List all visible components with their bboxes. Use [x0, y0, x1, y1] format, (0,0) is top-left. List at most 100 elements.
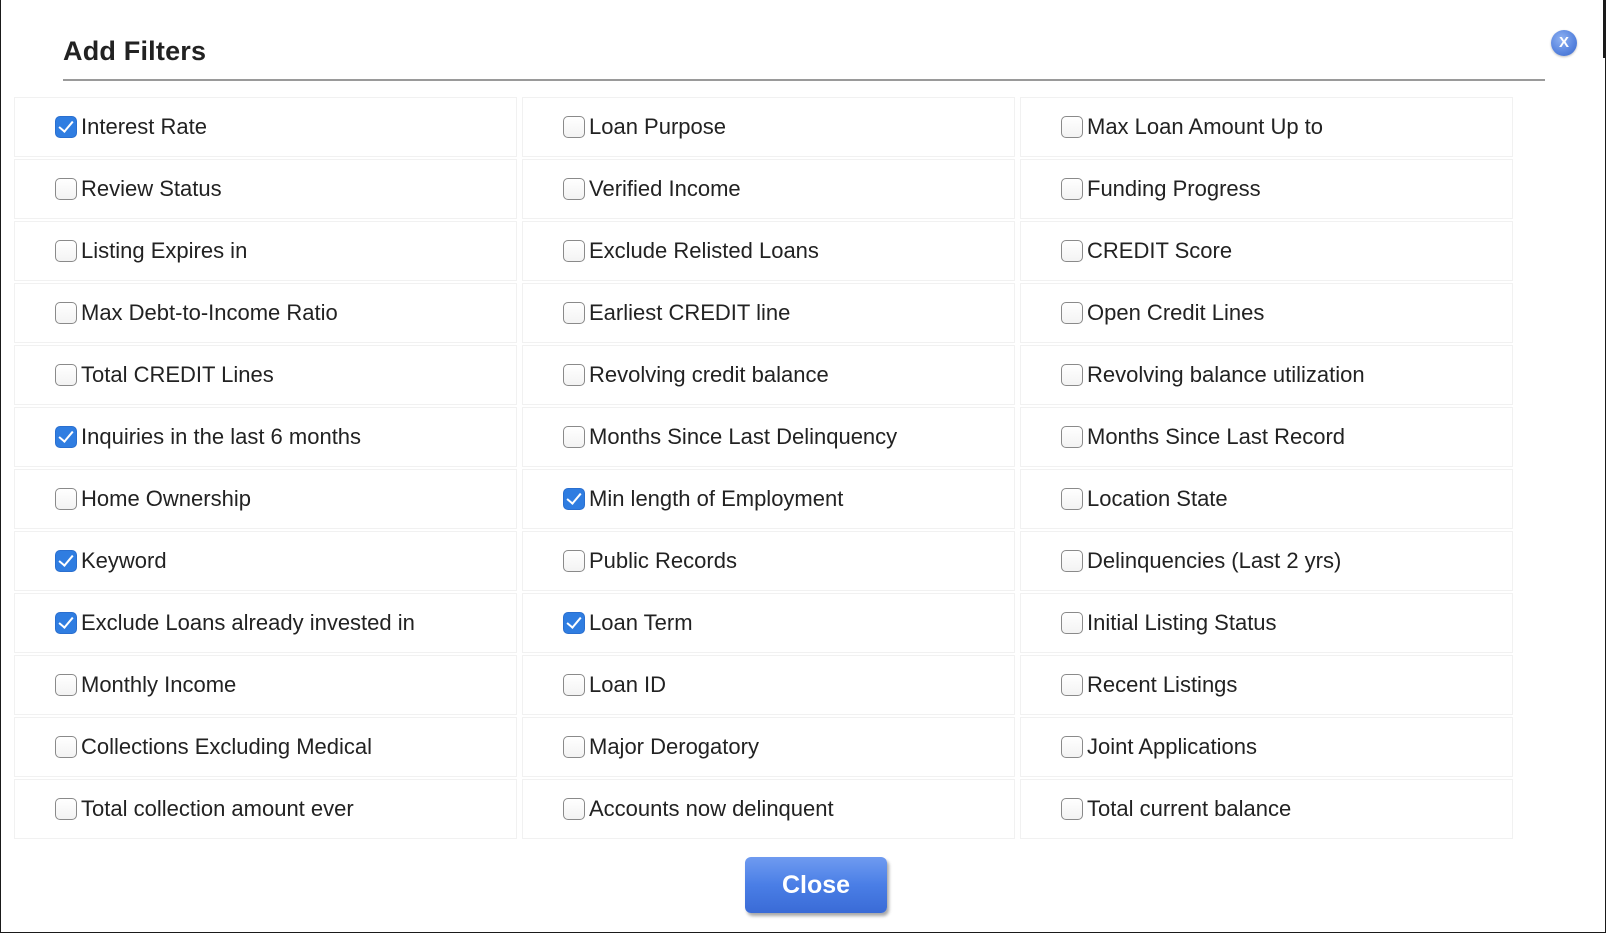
- filter-label: CREDIT Score: [1087, 238, 1233, 263]
- filter-checkbox[interactable]: [55, 302, 77, 324]
- filter-option[interactable]: Public Records: [523, 532, 1014, 590]
- filter-option[interactable]: Home Ownership: [15, 470, 516, 528]
- filter-grid: Interest Rate Loan Purpose Max Loan Amount…: [15, 98, 1512, 842]
- filter-option[interactable]: Interest Rate: [15, 98, 516, 156]
- filter-label: Review Status: [81, 176, 222, 201]
- filter-option[interactable]: Revolving credit balance: [523, 346, 1014, 404]
- add-filters-dialog: Add Filters X Interest Rate Loan Purpose M…: [0, 0, 1606, 933]
- dialog-header: Add Filters: [63, 36, 1545, 81]
- filter-checkbox[interactable]: [55, 488, 77, 510]
- filter-option[interactable]: Verified Income: [523, 160, 1014, 218]
- filter-option[interactable]: Max Debt-to-Income Ratio: [15, 284, 516, 342]
- filter-option[interactable]: Monthly Income: [15, 656, 516, 714]
- filter-label: Earliest CREDIT line: [589, 300, 791, 325]
- filter-option[interactable]: Max Loan Amount Up to: [1021, 98, 1512, 156]
- filter-checkbox[interactable]: [1061, 488, 1083, 510]
- window-edge: [1603, 0, 1605, 58]
- filter-option[interactable]: Min length of Employment: [523, 470, 1014, 528]
- filter-option[interactable]: Funding Progress: [1021, 160, 1512, 218]
- filter-option[interactable]: Recent Listings: [1021, 656, 1512, 714]
- filter-checkbox[interactable]: [563, 798, 585, 820]
- filter-option[interactable]: Delinquencies (Last 2 yrs): [1021, 532, 1512, 590]
- filter-label: Loan Purpose: [589, 114, 726, 139]
- filter-label: Total CREDIT Lines: [81, 362, 274, 387]
- filter-checkbox[interactable]: [1061, 240, 1083, 262]
- filter-checkbox[interactable]: [1061, 302, 1083, 324]
- filter-option[interactable]: Listing Expires in: [15, 222, 516, 280]
- filter-option[interactable]: Total CREDIT Lines: [15, 346, 516, 404]
- filter-checkbox[interactable]: [1061, 798, 1083, 820]
- filter-option[interactable]: Exclude Loans already invested in: [15, 594, 516, 652]
- filter-checkbox[interactable]: [1061, 364, 1083, 386]
- filter-checkbox[interactable]: [55, 798, 77, 820]
- filter-checkbox[interactable]: [563, 550, 585, 572]
- filter-option[interactable]: Months Since Last Record: [1021, 408, 1512, 466]
- filter-checkbox[interactable]: [55, 736, 77, 758]
- filter-checkbox[interactable]: [55, 364, 77, 386]
- close-icon[interactable]: X: [1551, 30, 1577, 56]
- filter-checkbox[interactable]: [1061, 550, 1083, 572]
- filter-option[interactable]: Keyword: [15, 532, 516, 590]
- filter-label: Recent Listings: [1087, 672, 1238, 697]
- filter-checkbox[interactable]: [1061, 426, 1083, 448]
- filter-checkbox[interactable]: [55, 240, 77, 262]
- filter-label: Delinquencies (Last 2 yrs): [1087, 548, 1342, 573]
- filter-option[interactable]: Earliest CREDIT line: [523, 284, 1014, 342]
- filter-checkbox[interactable]: [1061, 178, 1083, 200]
- filter-label: Loan Term: [589, 610, 693, 635]
- filter-option[interactable]: Exclude Relisted Loans: [523, 222, 1014, 280]
- filter-checkbox[interactable]: [55, 612, 77, 634]
- filter-label: Interest Rate: [81, 114, 207, 139]
- filter-checkbox[interactable]: [55, 674, 77, 696]
- filter-checkbox[interactable]: [563, 488, 585, 510]
- filter-label: Exclude Loans already invested in: [81, 610, 415, 635]
- close-button[interactable]: Close: [745, 857, 887, 913]
- filter-option[interactable]: Revolving balance utilization: [1021, 346, 1512, 404]
- filter-option[interactable]: Total current balance: [1021, 780, 1512, 838]
- filter-option[interactable]: Review Status: [15, 160, 516, 218]
- filter-checkbox[interactable]: [55, 550, 77, 572]
- filter-option[interactable]: Joint Applications: [1021, 718, 1512, 776]
- filter-checkbox[interactable]: [563, 426, 585, 448]
- filter-checkbox[interactable]: [563, 302, 585, 324]
- filter-option[interactable]: Collections Excluding Medical: [15, 718, 516, 776]
- filter-checkbox[interactable]: [1061, 736, 1083, 758]
- filter-label: Months Since Last Record: [1087, 424, 1346, 449]
- filter-checkbox[interactable]: [1061, 612, 1083, 634]
- filter-checkbox[interactable]: [563, 612, 585, 634]
- filter-checkbox[interactable]: [563, 116, 585, 138]
- filter-option[interactable]: Total collection amount ever: [15, 780, 516, 838]
- filter-option[interactable]: Loan Term: [523, 594, 1014, 652]
- filter-option[interactable]: Inquiries in the last 6 months: [15, 408, 516, 466]
- filter-option[interactable]: Loan ID: [523, 656, 1014, 714]
- filter-option[interactable]: CREDIT Score: [1021, 222, 1512, 280]
- filter-label: Revolving credit balance: [589, 362, 829, 387]
- filter-label: Initial Listing Status: [1087, 610, 1277, 635]
- filter-checkbox[interactable]: [563, 736, 585, 758]
- filter-option[interactable]: Open Credit Lines: [1021, 284, 1512, 342]
- filter-option[interactable]: Loan Purpose: [523, 98, 1014, 156]
- filter-option[interactable]: Location State: [1021, 470, 1512, 528]
- dialog-title: Add Filters: [63, 36, 207, 66]
- filter-checkbox[interactable]: [55, 178, 77, 200]
- filter-label: Joint Applications: [1087, 734, 1257, 759]
- filter-label: Total current balance: [1087, 796, 1292, 821]
- filter-option[interactable]: Accounts now delinquent: [523, 780, 1014, 838]
- filter-label: Verified Income: [589, 176, 741, 201]
- filter-label: Max Debt-to-Income Ratio: [81, 300, 338, 325]
- filter-checkbox[interactable]: [55, 116, 77, 138]
- filter-checkbox[interactable]: [563, 364, 585, 386]
- filter-checkbox[interactable]: [563, 674, 585, 696]
- filter-label: Funding Progress: [1087, 176, 1261, 201]
- filter-option[interactable]: Major Derogatory: [523, 718, 1014, 776]
- filter-checkbox[interactable]: [1061, 116, 1083, 138]
- filter-checkbox[interactable]: [563, 240, 585, 262]
- filter-option[interactable]: Months Since Last Delinquency: [523, 408, 1014, 466]
- filter-label: Months Since Last Delinquency: [589, 424, 898, 449]
- filter-checkbox[interactable]: [563, 178, 585, 200]
- filter-checkbox[interactable]: [1061, 674, 1083, 696]
- filter-label: Monthly Income: [81, 672, 237, 697]
- filter-option[interactable]: Initial Listing Status: [1021, 594, 1512, 652]
- filter-checkbox[interactable]: [55, 426, 77, 448]
- filter-label: Revolving balance utilization: [1087, 362, 1365, 387]
